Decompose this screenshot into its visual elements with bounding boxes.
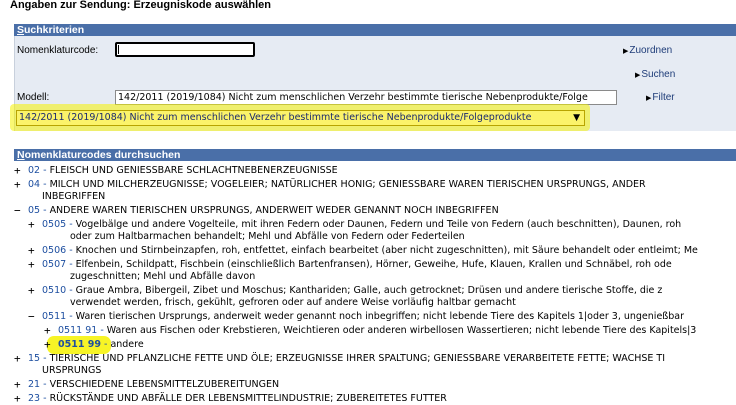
window-title: Angaben zur Sendung: Erzeugniskode auswä… xyxy=(10,0,271,11)
tree-row-text: ANDERE WAREN TIERISCHEN URSPRUNGS, ANDER… xyxy=(49,205,499,216)
collapse-icon[interactable]: − xyxy=(28,311,38,323)
tree-row-continuation: oder zum Haltbarmachen behandelt; Mehl u… xyxy=(70,231,465,242)
code-link[interactable]: 0511 99 xyxy=(58,339,101,350)
tree-row-continuation: URSPRUNGS xyxy=(42,365,102,376)
expand-icon[interactable]: + xyxy=(14,393,24,405)
tree-row-text: Graue Ambra, Bibergeil, Zibet und Moschu… xyxy=(75,285,663,296)
search-link[interactable]: ▶Suchen xyxy=(635,69,675,80)
expand-icon[interactable]: + xyxy=(28,259,38,271)
model-select[interactable]: 142/2011 (2019/1084) Nicht zum menschlic… xyxy=(16,110,585,126)
tree-row-continuation: verwendet werden, frisch, gekühlt, gefro… xyxy=(70,297,516,308)
arrow-right-icon: ▶ xyxy=(646,95,652,102)
arrow-right-icon: ▶ xyxy=(623,48,629,55)
expand-icon[interactable]: + xyxy=(28,245,38,257)
assign-link[interactable]: ▶Zuordnen xyxy=(623,45,672,56)
code-link[interactable]: 23 xyxy=(28,393,40,404)
code-link[interactable]: 02 xyxy=(28,165,40,176)
code-link[interactable]: 0510 xyxy=(42,285,66,296)
code-link[interactable]: 0505 xyxy=(42,219,66,230)
code-link[interactable]: 04 xyxy=(28,179,40,190)
expand-icon[interactable]: + xyxy=(28,219,38,231)
tree-row-text: VERSCHIEDENE LEBENSMITTELZUBEREITUNGEN xyxy=(49,379,280,390)
code-link[interactable]: 0511 xyxy=(42,311,66,322)
expand-icon[interactable]: + xyxy=(44,325,54,337)
expand-icon[interactable]: + xyxy=(14,179,24,191)
tree-row-text: MILCH UND MILCHERZEUGNISSE; VOGELEIER; N… xyxy=(49,179,646,190)
tree-row-text: Knochen und Stirnbeinzapfen, roh, entfet… xyxy=(75,245,698,256)
text-caret xyxy=(118,45,119,54)
tree-row-text: FLEISCH UND GENIESSBARE SCHLACHTNEBENERZ… xyxy=(49,165,338,176)
expand-icon[interactable]: + xyxy=(14,353,24,365)
code-link[interactable]: 15 xyxy=(28,353,40,364)
model-label: Modell: xyxy=(17,92,50,103)
browse-codes-header: Nomenklaturcodes durchsuchen xyxy=(14,149,736,161)
chevron-down-icon: ▼ xyxy=(573,113,580,123)
tree-row-continuation: INBEGRIFFEN xyxy=(42,191,106,202)
tree-row-text: RÜCKSTÄNDE UND ABFÄLLE DER LEBENSMITTELI… xyxy=(49,393,447,404)
filter-link[interactable]: ▶Filter xyxy=(646,92,675,103)
code-label: Nomenklaturcode: xyxy=(17,45,99,56)
expand-icon[interactable]: + xyxy=(14,165,24,177)
tree-row-text: Vogelbälge und andere Vogelteile, mit ih… xyxy=(75,219,682,230)
code-link[interactable]: 21 xyxy=(28,379,40,390)
code-link[interactable]: 0506 xyxy=(42,245,66,256)
arrow-right-icon: ▶ xyxy=(635,72,641,79)
code-link[interactable]: 05 xyxy=(28,205,40,216)
collapse-icon[interactable]: − xyxy=(14,205,24,217)
search-criteria-header: Suchkriterien xyxy=(14,24,736,36)
tree-row-text: Waren aus Fischen oder Krebstieren, Weic… xyxy=(106,325,697,336)
code-link[interactable]: 0507 xyxy=(42,259,66,270)
tree-row-text: Waren tierischen Ursprungs, anderweit we… xyxy=(75,311,685,322)
tree-row-continuation: zugeschnitten; Mehl und Abfälle davon xyxy=(70,271,256,282)
tree-row-text: TIERISCHE UND PFLANZLICHE FETTE UND ÖLE;… xyxy=(49,353,666,364)
code-input[interactable] xyxy=(115,42,255,57)
tree-row-text: Elfenbein, Schildpatt, Fischbein (einsch… xyxy=(75,259,672,270)
tree-row-text: andere xyxy=(110,339,144,350)
expand-icon[interactable]: + xyxy=(44,339,54,351)
code-link[interactable]: 0511 91 xyxy=(58,325,97,336)
model-input[interactable]: 142/2011 (2019/1084) Nicht zum menschlic… xyxy=(115,90,617,105)
expand-icon[interactable]: + xyxy=(28,285,38,297)
expand-icon[interactable]: + xyxy=(14,379,24,391)
